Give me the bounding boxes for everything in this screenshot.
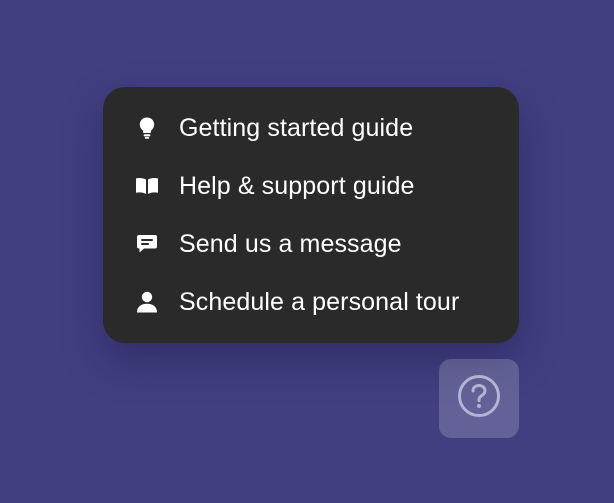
- menu-item-getting-started-guide[interactable]: Getting started guide: [103, 99, 519, 157]
- book-icon: [135, 174, 159, 198]
- help-menu: Getting started guide Help & support gui…: [103, 87, 519, 343]
- menu-item-label: Getting started guide: [179, 113, 414, 142]
- question-circle-icon: [457, 374, 501, 423]
- menu-item-help-support-guide[interactable]: Help & support guide: [103, 157, 519, 215]
- menu-item-send-message[interactable]: Send us a message: [103, 215, 519, 273]
- help-button[interactable]: [439, 359, 519, 438]
- menu-item-schedule-tour[interactable]: Schedule a personal tour: [103, 273, 519, 331]
- menu-item-label: Help & support guide: [179, 171, 415, 200]
- menu-item-label: Schedule a personal tour: [179, 287, 460, 316]
- chat-bubble-icon: [135, 232, 159, 256]
- menu-item-label: Send us a message: [179, 229, 402, 258]
- lightbulb-icon: [135, 116, 159, 140]
- person-icon: [135, 290, 159, 314]
